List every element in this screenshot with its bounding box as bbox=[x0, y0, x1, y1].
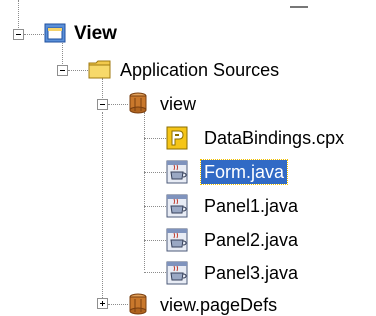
tree-node-pagedefs-label[interactable]: view.pageDefs bbox=[160, 293, 277, 316]
tree-node-file-3-label[interactable]: Panel2.java bbox=[204, 228, 298, 252]
java-file-icon bbox=[166, 261, 188, 290]
tree-node-file-0-label[interactable]: DataBindings.cpx bbox=[204, 126, 344, 150]
collapse-toggle-root[interactable] bbox=[13, 29, 24, 40]
folder-icon bbox=[88, 58, 112, 85]
tree-connector bbox=[102, 112, 103, 298]
tree-connector bbox=[144, 206, 166, 207]
tree-connector bbox=[108, 104, 128, 105]
tree-connector bbox=[144, 138, 166, 139]
tree-connector bbox=[108, 304, 128, 305]
cpx-file-icon bbox=[166, 126, 188, 155]
tree-node-file-2-label[interactable]: Panel1.java bbox=[204, 194, 298, 218]
tree-connector bbox=[68, 70, 88, 71]
scroll-remnant bbox=[290, 6, 308, 8]
package-icon bbox=[128, 293, 148, 316]
tree-connector bbox=[144, 172, 166, 173]
project-icon bbox=[44, 22, 66, 49]
collapse-toggle-app-sources[interactable] bbox=[57, 65, 68, 76]
expand-toggle-pagedefs[interactable] bbox=[97, 298, 108, 309]
tree-connector bbox=[24, 34, 44, 35]
java-file-icon bbox=[166, 160, 188, 189]
tree-connector bbox=[144, 240, 166, 241]
project-tree: View Application Sources view DataBindin… bbox=[0, 0, 376, 316]
tree-node-app-sources-label[interactable]: Application Sources bbox=[120, 58, 279, 82]
tree-connector bbox=[144, 112, 145, 270]
java-file-icon bbox=[166, 194, 188, 223]
tree-connector bbox=[144, 272, 166, 273]
tree-node-file-4-label[interactable]: Panel3.java bbox=[204, 261, 298, 285]
package-icon bbox=[128, 92, 148, 119]
java-file-icon bbox=[166, 228, 188, 257]
tree-node-file-1-label[interactable]: Form.java bbox=[199, 159, 289, 185]
tree-node-view-package-label[interactable]: view bbox=[160, 92, 196, 116]
collapse-toggle-view-package[interactable] bbox=[97, 99, 108, 110]
tree-node-root-label[interactable]: View bbox=[74, 22, 117, 46]
